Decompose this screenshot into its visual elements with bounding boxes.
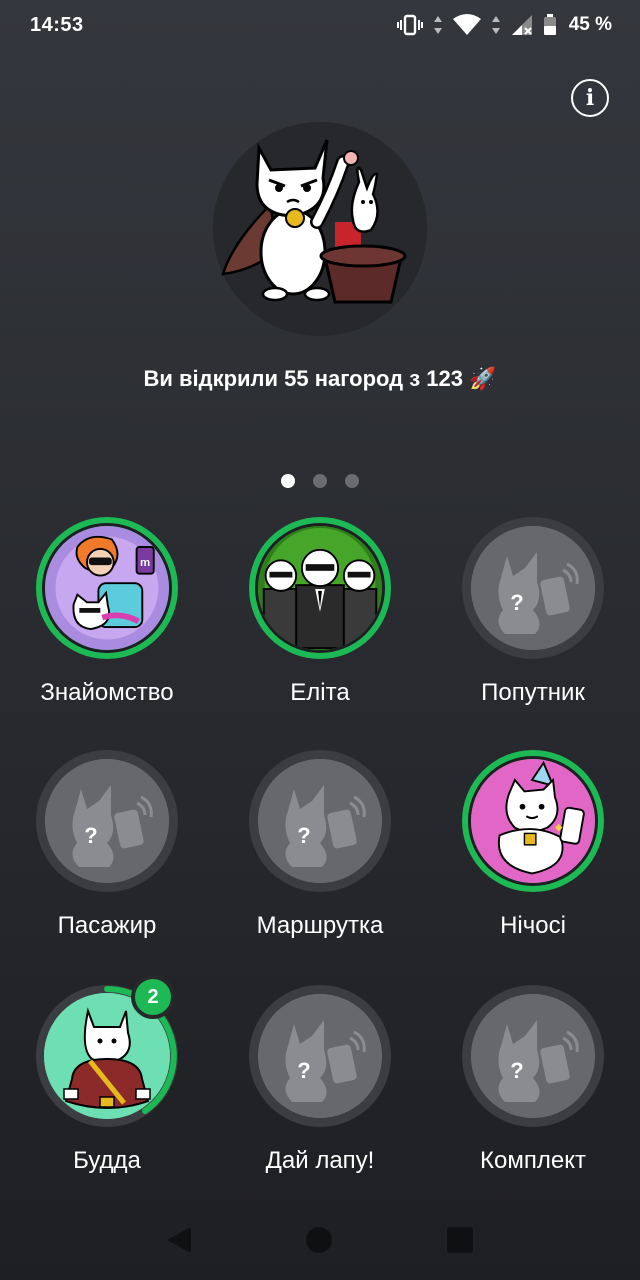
badge-label: Будда (73, 1147, 141, 1174)
status-time: 14:53 (30, 13, 84, 36)
locked-cat-icon: ? (471, 526, 595, 650)
badge-label: Попутник (481, 679, 585, 706)
status-bar: 14:53 45 % (0, 0, 640, 50)
badge-pasazhyr[interactable]: ? Пасажир (0, 750, 214, 950)
badge-elita[interactable]: Еліта (213, 517, 427, 717)
badge-marshrutka[interactable]: ? Маршрутка (213, 750, 427, 950)
progress-label: Ви відкрили 55 нагород з 123 (143, 366, 464, 391)
page-dot-2[interactable] (313, 474, 327, 488)
locked-cat-icon: ? (258, 994, 382, 1118)
badge-nichosi[interactable]: Нічосі (426, 750, 640, 950)
badge-budda[interactable]: 2 Будда (0, 975, 214, 1185)
locked-cat-icon: ? (471, 994, 595, 1118)
page-indicator (0, 474, 640, 488)
battery-icon (543, 14, 556, 35)
battery-percent: 45 % (568, 14, 612, 35)
badge-label: Дай лапу! (265, 1147, 375, 1174)
badge-image: ? (45, 759, 169, 883)
badge-dai-lapu[interactable]: ? Дай лапу! (213, 985, 427, 1185)
data-arrows-icon-2 (491, 16, 500, 34)
svg-text:?: ? (297, 823, 310, 848)
svg-text:m: m (140, 557, 150, 569)
badge-label: Нічосі (500, 912, 566, 939)
badge-label: Маршрутка (256, 912, 384, 939)
info-button[interactable]: i (571, 79, 609, 117)
badge-label: Знайомство (40, 679, 174, 706)
locked-cat-icon: ? (258, 759, 382, 883)
badge-ring: ? (249, 750, 391, 892)
badge-image: ? (258, 994, 382, 1118)
locked-cat-icon: ? (45, 759, 169, 883)
badge-ring: ? (36, 750, 178, 892)
svg-text:?: ? (84, 823, 97, 848)
badge-znaiomstvo[interactable]: m Знайомство (0, 517, 214, 717)
signal-icon (511, 15, 532, 35)
svg-text:?: ? (510, 590, 523, 615)
count-badge: 2 (131, 975, 175, 1019)
badge-komplekt[interactable]: ? Комплект (426, 985, 640, 1185)
badge-ring: ? (249, 985, 391, 1127)
rocket-icon: 🚀 (469, 367, 497, 392)
page-dot-1[interactable] (281, 474, 295, 488)
page-dot-3[interactable] (345, 474, 359, 488)
badge-ring (462, 750, 604, 892)
badge-image: m (42, 523, 172, 653)
status-icons: 45 % (396, 14, 612, 36)
badge-ring: ? (462, 517, 604, 659)
badge-label: Комплект (480, 1147, 586, 1174)
badge-image (255, 523, 385, 653)
data-arrows-icon (433, 16, 442, 34)
badge-label: Пасажир (57, 912, 157, 939)
svg-text:?: ? (510, 1058, 523, 1083)
badge-poputnyk[interactable]: ? Попутник (426, 517, 640, 717)
badge-image (468, 756, 598, 886)
nav-back-icon[interactable] (167, 1227, 192, 1253)
badge-ring: ? (462, 985, 604, 1127)
nav-home-icon[interactable] (305, 1227, 332, 1253)
badge-label: Еліта (290, 679, 350, 706)
svg-text:?: ? (297, 1058, 310, 1083)
badge-ring: m (36, 517, 178, 659)
badge-image: ? (471, 526, 595, 650)
nav-recents-icon[interactable] (446, 1227, 473, 1253)
vibrate-icon (396, 14, 423, 36)
progress-text: Ви відкрили 55 нагород з 123 🚀 (0, 366, 640, 392)
badge-image: ? (471, 994, 595, 1118)
badge-image: ? (258, 759, 382, 883)
badge-ring (249, 517, 391, 659)
hero-illustration (213, 122, 427, 336)
wifi-icon (452, 14, 481, 35)
info-icon: i (585, 85, 595, 111)
system-nav-bar (0, 1210, 640, 1270)
